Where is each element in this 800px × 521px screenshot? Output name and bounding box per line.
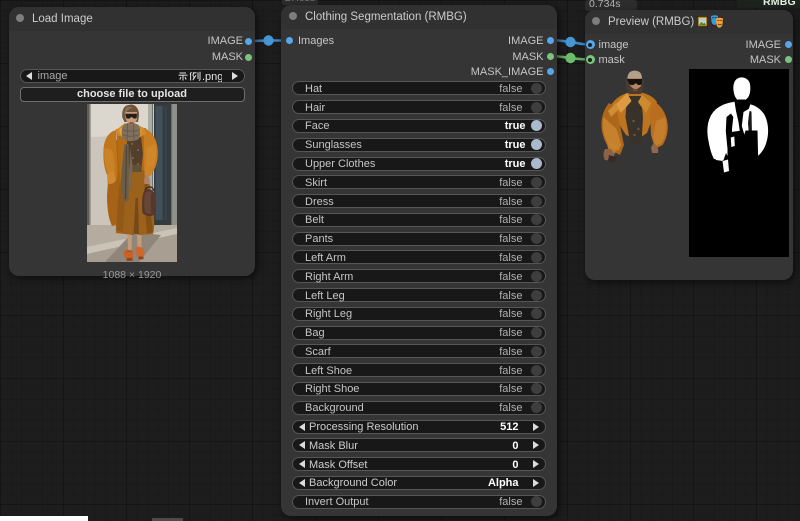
svg-text:.png: .png bbox=[202, 71, 222, 82]
